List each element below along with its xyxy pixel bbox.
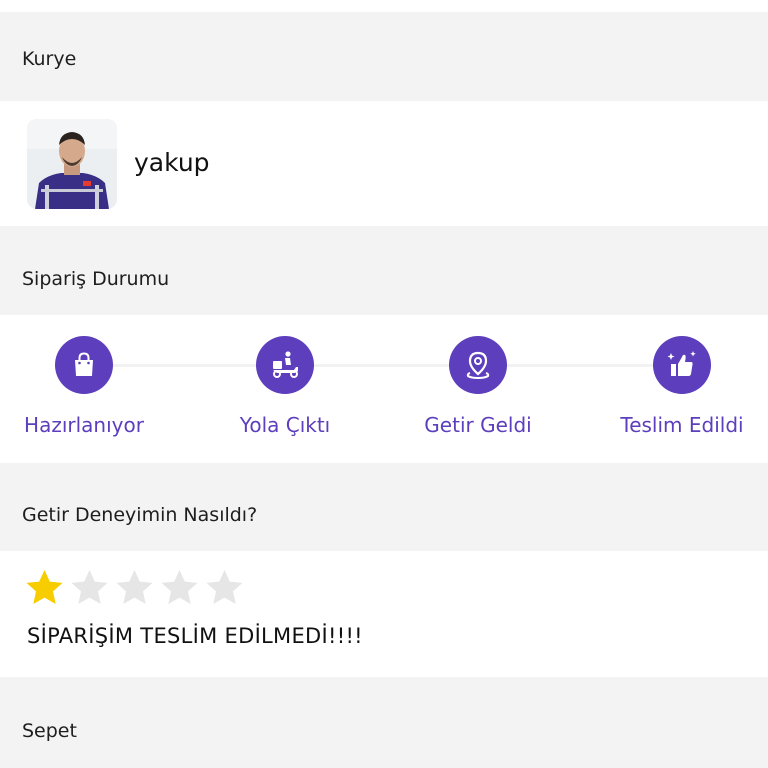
status-progress-line (84, 364, 684, 367)
status-step-label: Hazırlanıyor (24, 413, 144, 437)
star-rating[interactable] (24, 568, 245, 609)
status-step-label: Teslim Edildi (620, 413, 744, 437)
experience-section-header: Getir Deneyimin Nasıldı? (0, 463, 768, 551)
courier-name: yakup (134, 148, 210, 177)
review-text: SİPARİŞİM TESLİM EDİLMEDİ!!!! (27, 624, 363, 648)
status-step-preparing: Hazırlanıyor (4, 336, 164, 437)
courier-section-title: Kurye (22, 47, 77, 70)
experience-panel: SİPARİŞİM TESLİM EDİLMEDİ!!!! (0, 551, 768, 677)
experience-section-title: Getir Deneyimin Nasıldı? (22, 504, 258, 526)
delivery-scooter-icon (256, 336, 314, 394)
star-empty-icon[interactable] (69, 568, 110, 609)
location-pin-icon (449, 336, 507, 394)
order-status-header: Sipariş Durumu (0, 226, 768, 315)
star-empty-icon[interactable] (159, 568, 200, 609)
star-filled-icon[interactable] (24, 568, 65, 609)
shopping-bag-icon (55, 336, 113, 394)
thumbs-up-icon (653, 336, 711, 394)
basket-section-header[interactable]: Sepet (0, 677, 768, 768)
status-step-label: Yola Çıktı (239, 413, 331, 437)
star-empty-icon[interactable] (204, 568, 245, 609)
order-status-title: Sipariş Durumu (22, 267, 170, 290)
courier-section-header: Kurye (0, 12, 768, 101)
courier-panel: yakup (0, 101, 768, 226)
status-step-delivered: Teslim Edildi (602, 336, 762, 437)
courier-avatar (27, 119, 117, 209)
status-step-label: Getir Geldi (424, 413, 532, 437)
basket-section-title: Sepet (22, 719, 77, 742)
star-empty-icon[interactable] (114, 568, 155, 609)
status-step-on-the-way: Yola Çıktı (205, 336, 365, 437)
status-step-arrived: Getir Geldi (398, 336, 558, 437)
order-status-panel: Hazırlanıyor Yola Çıktı Getir Geldi Tesl… (0, 315, 768, 463)
